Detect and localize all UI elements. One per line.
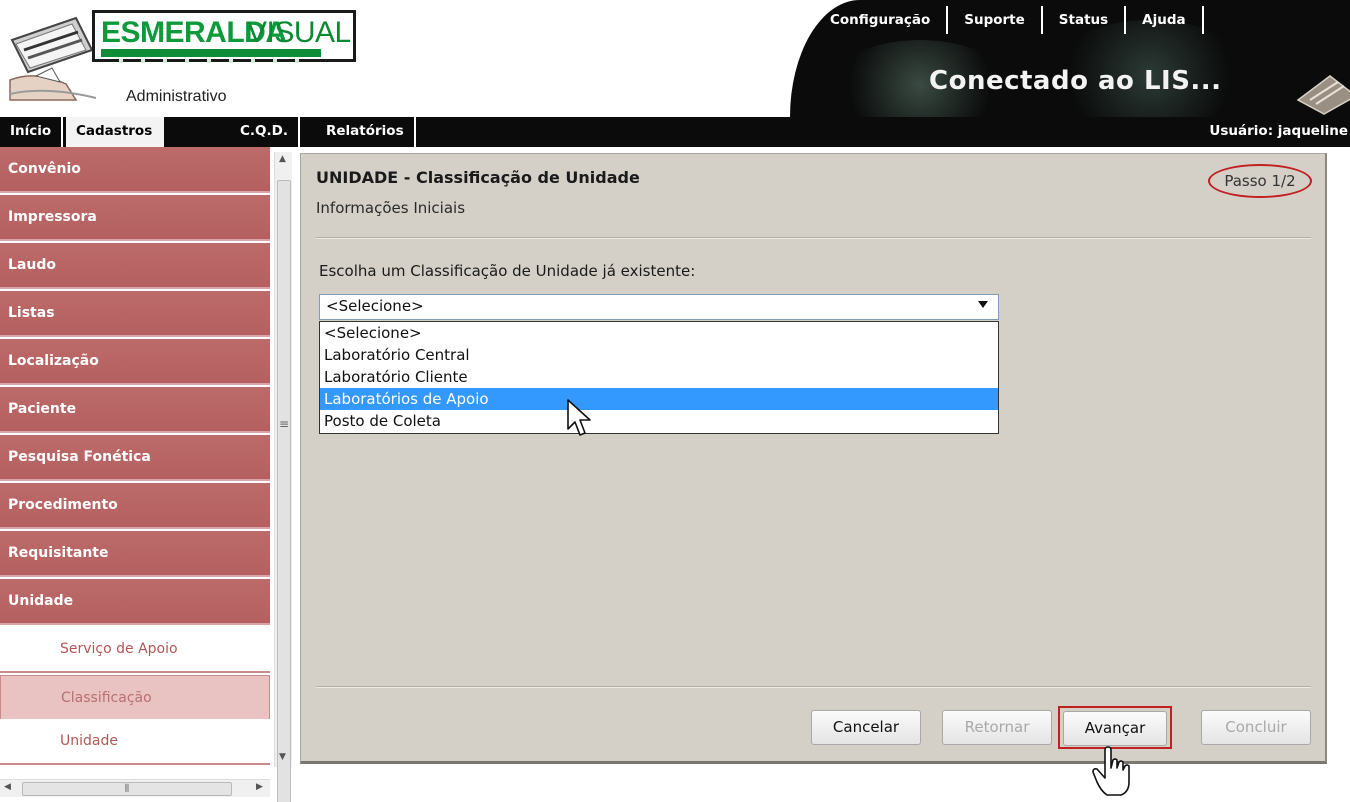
scrollbar-thumb[interactable] <box>277 180 291 802</box>
sidebar-horizontal-scrollbar[interactable]: ◀ ⫼ ▶ <box>0 779 270 797</box>
grip-icon: ≡ <box>279 417 290 431</box>
divider <box>316 686 1311 688</box>
top-nav-status[interactable]: Status <box>1043 6 1127 34</box>
top-nav-configuracao[interactable]: Configuração <box>818 6 949 34</box>
select-dropdown-list: <Selecione> Laboratório Central Laborató… <box>319 321 999 434</box>
classification-select[interactable]: <Selecione> <box>319 294 999 320</box>
cancel-button[interactable]: Cancelar <box>811 710 921 745</box>
logo-subtitle: Administrativo <box>126 88 227 105</box>
select-option[interactable]: <Selecione> <box>320 322 998 344</box>
wizard-panel: UNIDADE - Classificação de Unidade Infor… <box>300 153 1327 764</box>
sidebar-item-convenio[interactable]: Convênio <box>0 147 270 193</box>
sidebar-subitem-classificacao[interactable]: Classificação <box>0 675 270 721</box>
top-nav: Configuração Suporte Status Ajuda <box>818 6 1204 40</box>
logo-image <box>9 16 97 101</box>
nav-cadastros[interactable]: Cadastros <box>66 117 165 147</box>
logo-strip <box>101 49 321 63</box>
scroll-left-icon[interactable]: ◀ <box>4 782 11 792</box>
sidebar-menu: Convênio Impressora Laudo Listas Localiz… <box>0 147 270 767</box>
sidebar-item-laudo[interactable]: Laudo <box>0 243 270 289</box>
main-nav: Início Cadastros C.Q.D. Relatórios Usuár… <box>0 117 1350 147</box>
scrollbar-thumb[interactable]: ⫼ <box>22 782 232 796</box>
keyboard-icon <box>1296 75 1350 115</box>
page-subtitle: Informações Iniciais <box>316 199 466 217</box>
sidebar-item-pesquisa-fonetica[interactable]: Pesquisa Fonética <box>0 435 270 481</box>
sidebar-item-unidade[interactable]: Unidade <box>0 579 270 625</box>
finish-button[interactable]: Concluir <box>1201 710 1311 745</box>
connection-status: Conectado ao LIS... <box>929 66 1222 96</box>
sidebar-item-paciente[interactable]: Paciente <box>0 387 270 433</box>
scroll-up-icon[interactable]: ▲ <box>279 154 286 164</box>
nav-inicio[interactable]: Início <box>0 117 64 147</box>
select-label: Escolha um Classificação de Unidade já e… <box>319 262 696 280</box>
nav-cqd[interactable]: C.Q.D. <box>230 117 300 147</box>
next-button[interactable]: Avançar <box>1063 711 1167 746</box>
arrow-cursor-icon <box>567 399 591 436</box>
hand-cursor-icon <box>1092 746 1130 796</box>
select-option[interactable]: Posto de Coleta <box>320 410 998 432</box>
app-header: ESMERALDA VISUAL Administrativo Configur… <box>0 0 1350 117</box>
back-button[interactable]: Retornar <box>942 710 1052 745</box>
sidebar-subitem-servico-de-apoio[interactable]: Serviço de Apoio <box>0 627 270 673</box>
sidebar-item-procedimento[interactable]: Procedimento <box>0 483 270 529</box>
top-nav-suporte[interactable]: Suporte <box>948 6 1043 34</box>
scroll-right-icon[interactable]: ▶ <box>256 782 263 792</box>
select-option-highlighted[interactable]: Laboratórios de Apoio <box>320 388 998 410</box>
sidebar-item-requisitante[interactable]: Requisitante <box>0 531 270 577</box>
logo-text-secondary: VISUAL <box>247 16 351 49</box>
chevron-down-icon[interactable] <box>978 301 988 308</box>
user-label: Usuário: jaqueline <box>1209 123 1348 139</box>
select-option[interactable]: Laboratório Cliente <box>320 366 998 388</box>
page-title: UNIDADE - Classificação de Unidade <box>316 168 640 187</box>
nav-relatorios[interactable]: Relatórios <box>316 117 416 147</box>
sidebar-item-localizacao[interactable]: Localização <box>0 339 270 385</box>
select-value: <Selecione> <box>326 297 424 315</box>
sidebar-item-listas[interactable]: Listas <box>0 291 270 337</box>
step-indicator: Passo 1/2 <box>1208 164 1312 198</box>
logo: ESMERALDA VISUAL <box>92 10 356 63</box>
sidebar-item-impressora[interactable]: Impressora <box>0 195 270 241</box>
sidebar-subitem-unidade[interactable]: Unidade <box>0 719 270 765</box>
sidebar-vertical-scrollbar[interactable]: ▲ ▼ <box>274 152 292 802</box>
scroll-down-icon[interactable]: ▼ <box>279 752 286 762</box>
divider <box>316 237 1311 239</box>
select-option[interactable]: Laboratório Central <box>320 344 998 366</box>
top-nav-ajuda[interactable]: Ajuda <box>1126 6 1204 34</box>
